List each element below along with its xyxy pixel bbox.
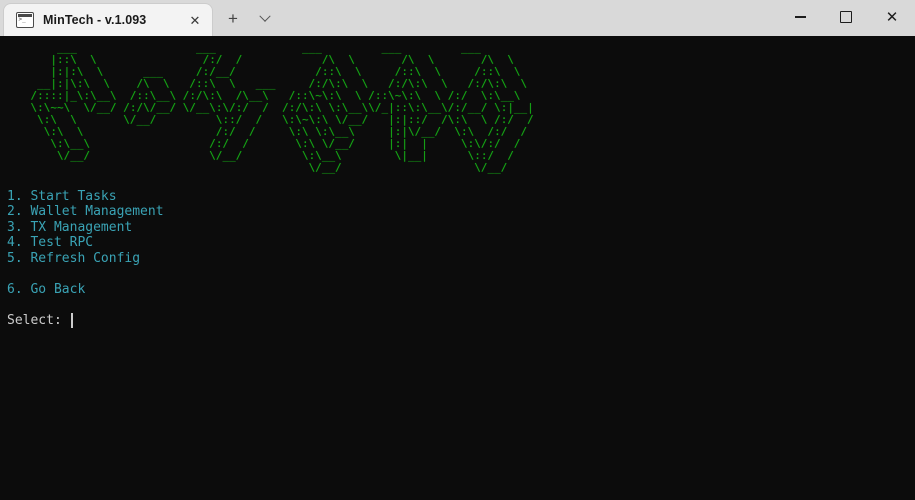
tab-title: MinTech - v.1.093 — [43, 13, 147, 27]
terminal-body[interactable]: ___ ___ ___ ___ ___ |::\ \ /:/ / /\ \ /\… — [0, 36, 915, 500]
close-button[interactable]: ✕ — [869, 0, 915, 34]
menu-item-refresh-config[interactable]: 5. Refresh Config — [7, 251, 915, 267]
ascii-banner: ___ ___ ___ ___ ___ |::\ \ /:/ / /\ \ /\… — [30, 41, 534, 175]
select-prompt-label: Select: — [7, 312, 70, 328]
maximize-button[interactable] — [823, 0, 869, 34]
window-controls: ✕ — [777, 0, 915, 36]
new-tab-button[interactable]: + — [218, 4, 248, 34]
close-icon[interactable]: ✕ — [184, 9, 206, 31]
text-cursor — [70, 312, 73, 328]
menu-item-start-tasks[interactable]: 1. Start Tasks — [7, 189, 915, 205]
tab-mintech[interactable]: MinTech - v.1.093 ✕ — [4, 4, 212, 36]
tab-strip: MinTech - v.1.093 ✕ + — [0, 0, 280, 36]
terminal-icon — [16, 12, 34, 28]
titlebar-drag-area — [280, 0, 777, 36]
menu-item-test-rpc[interactable]: 4. Test RPC — [7, 235, 915, 251]
main-menu: 1. Start Tasks 2. Wallet Management 3. T… — [4, 189, 915, 298]
chevron-down-icon[interactable] — [250, 4, 280, 34]
select-prompt-row[interactable]: Select: — [4, 313, 915, 329]
menu-separator — [7, 266, 915, 282]
title-bar: MinTech - v.1.093 ✕ + ✕ — [0, 0, 915, 36]
menu-item-tx-management[interactable]: 3. TX Management — [7, 220, 915, 236]
menu-item-wallet-management[interactable]: 2. Wallet Management — [7, 204, 915, 220]
close-icon: ✕ — [885, 7, 899, 26]
minimize-button[interactable] — [777, 0, 823, 34]
menu-item-go-back[interactable]: 6. Go Back — [7, 282, 915, 298]
terminal-window: MinTech - v.1.093 ✕ + ✕ ___ ___ ___ ___ … — [0, 0, 915, 500]
